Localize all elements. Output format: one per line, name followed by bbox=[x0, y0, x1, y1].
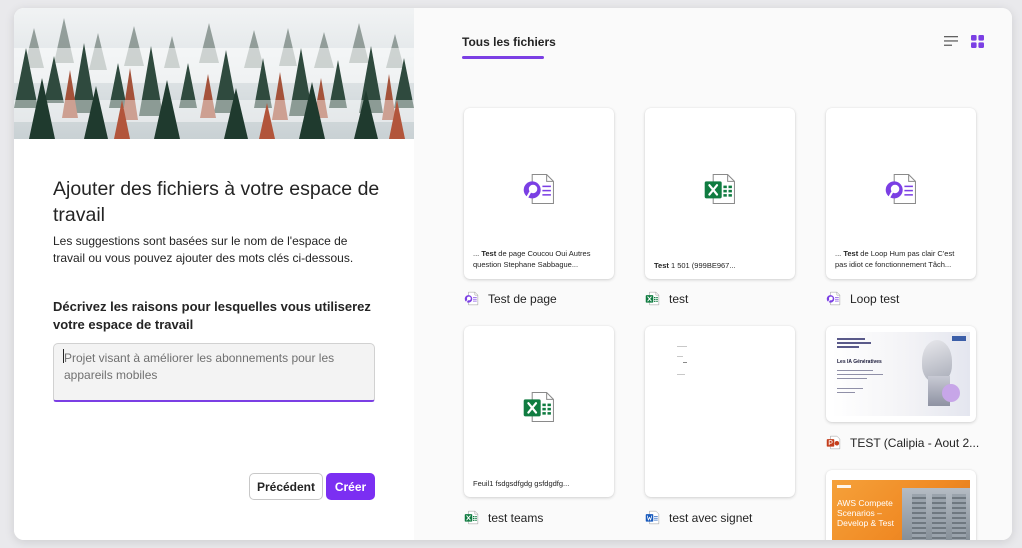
loop-icon bbox=[884, 172, 918, 206]
grid-view-icon[interactable] bbox=[971, 35, 984, 48]
list-view-icon[interactable] bbox=[944, 35, 958, 47]
file-name: Test de page bbox=[488, 291, 557, 306]
file-card-test[interactable]: Test 1 501 (999BE967... bbox=[645, 108, 795, 279]
file-snippet: ... Test de Loop Hum pas clair C'est pas… bbox=[835, 249, 955, 269]
file-label[interactable]: TEST (Calipia - Aout 2... bbox=[826, 435, 979, 450]
workspace-dialog: Ajouter des fichiers à votre espace de t… bbox=[14, 8, 1012, 540]
hero-image bbox=[14, 8, 414, 139]
file-label[interactable]: test avec signet bbox=[645, 510, 752, 525]
forest-illustration bbox=[14, 8, 414, 139]
slide-preview: AWS Compete Scenarios – Develop & Test bbox=[832, 480, 970, 540]
excel-icon bbox=[464, 510, 479, 525]
file-snippet: ... Test de page Coucou Oui Autres quest… bbox=[473, 249, 591, 269]
tab-active-indicator bbox=[462, 56, 544, 59]
left-panel: Ajouter des fichiers à votre espace de t… bbox=[14, 8, 414, 540]
file-card-test-de-page[interactable]: ... Test de page Coucou Oui Autres quest… bbox=[464, 108, 614, 279]
file-snippet: Feuil1 fsdgsdfgdg gsfdgdfg... bbox=[473, 479, 570, 488]
loop-icon bbox=[826, 291, 841, 306]
document-preview bbox=[645, 326, 795, 497]
file-name: test avec signet bbox=[669, 510, 753, 525]
file-card-loop-test[interactable]: ... Test de Loop Hum pas clair C'est pas… bbox=[826, 108, 976, 279]
slide-title: Les IA Génératives bbox=[837, 359, 882, 365]
file-label[interactable]: test bbox=[645, 291, 688, 306]
page-subtitle: Les suggestions sont basées sur le nom d… bbox=[53, 234, 354, 265]
page-title: Ajouter des fichiers à votre espace de t… bbox=[53, 178, 380, 226]
tab-all-files[interactable]: Tous les fichiers bbox=[462, 35, 556, 49]
description-label: Décrivez les raisons pour lesquelles vou… bbox=[53, 299, 371, 332]
slide-preview: Les IA Génératives bbox=[832, 332, 970, 416]
file-snippet: Test 1 501 (999BE967... bbox=[654, 261, 736, 270]
file-label[interactable]: test teams bbox=[464, 510, 543, 525]
description-textarea[interactable]: Projet visant à améliorer les abonnement… bbox=[53, 343, 375, 402]
file-card-test-teams[interactable]: Feuil1 fsdgsdfgdg gsfdgdfg... bbox=[464, 326, 614, 497]
file-card-test-calipia[interactable]: Les IA Génératives bbox=[826, 326, 976, 422]
previous-button[interactable]: Précédent bbox=[249, 473, 323, 500]
file-label[interactable]: Loop test bbox=[826, 291, 899, 306]
slide-title: AWS Compete Scenarios – Develop & Test bbox=[837, 498, 895, 528]
file-card-aws[interactable]: AWS Compete Scenarios – Develop & Test bbox=[826, 470, 976, 540]
excel-icon bbox=[703, 172, 737, 206]
create-button[interactable]: Créer bbox=[326, 473, 375, 500]
file-label[interactable]: Test de page bbox=[464, 291, 557, 306]
loop-icon bbox=[464, 291, 479, 306]
excel-icon bbox=[645, 291, 660, 306]
excel-icon bbox=[522, 390, 556, 424]
file-card-test-avec-signet[interactable] bbox=[645, 326, 795, 497]
right-panel: Tous les fichiers ... Test de page Couco… bbox=[414, 8, 1012, 540]
file-name: Loop test bbox=[850, 291, 900, 306]
file-name: test teams bbox=[488, 510, 544, 525]
loop-icon bbox=[522, 172, 556, 206]
powerpoint-icon bbox=[826, 435, 841, 450]
word-icon bbox=[645, 510, 660, 525]
file-name: test bbox=[669, 291, 689, 306]
text-caret bbox=[63, 349, 64, 363]
file-name: TEST (Calipia - Aout 2... bbox=[850, 435, 980, 450]
